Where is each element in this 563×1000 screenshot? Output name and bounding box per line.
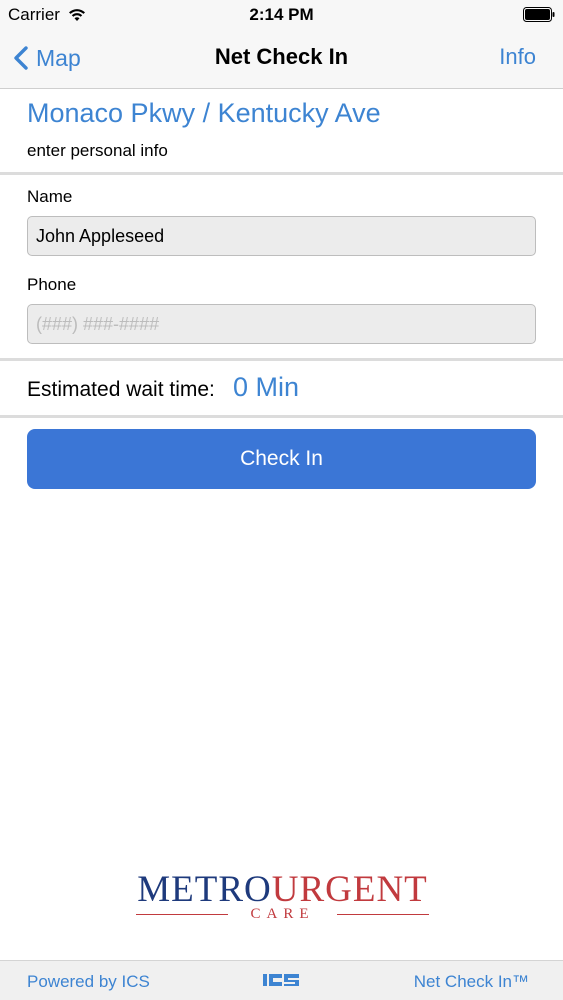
- back-button[interactable]: Map: [14, 42, 81, 74]
- navigation-bar: Map Net Check In Info: [0, 30, 563, 89]
- name-label: Name: [27, 187, 73, 206]
- powered-by-link[interactable]: Powered by ICS: [27, 972, 150, 992]
- location-subtitle: enter personal info: [27, 141, 168, 160]
- page-title: Net Check In: [214, 44, 349, 69]
- wait-time-label: Estimated wait time:: [27, 378, 215, 401]
- logo-metro-text: METRO: [137, 869, 272, 910]
- name-field[interactable]: [27, 216, 536, 256]
- check-in-button[interactable]: Check In: [27, 429, 536, 489]
- phone-label: Phone: [27, 275, 77, 294]
- logo-rule-right: [337, 914, 429, 915]
- footer: Powered by ICS Net Check In™: [0, 960, 563, 1000]
- metro-urgent-care-logo: METROURGENT CARE: [130, 868, 435, 928]
- logo-urgent-text: URGENT: [271, 869, 428, 910]
- location-title: Monaco Pkwy / Kentucky Ave: [27, 98, 381, 128]
- status-bar: Carrier 2:14 PM: [0, 0, 563, 30]
- chevron-left-icon: [14, 46, 28, 70]
- back-button-label: Map: [36, 44, 81, 71]
- divider: [0, 415, 563, 418]
- battery-icon: [523, 7, 555, 22]
- wait-time-value: 0 Min: [233, 372, 300, 402]
- ics-logo-icon: [263, 972, 299, 993]
- net-check-in-brand: Net Check In™: [413, 972, 529, 991]
- phone-field[interactable]: [27, 304, 536, 344]
- status-time: 2:14 PM: [249, 5, 314, 24]
- info-button[interactable]: Info: [499, 44, 536, 70]
- divider: [0, 358, 563, 361]
- divider: [0, 172, 563, 175]
